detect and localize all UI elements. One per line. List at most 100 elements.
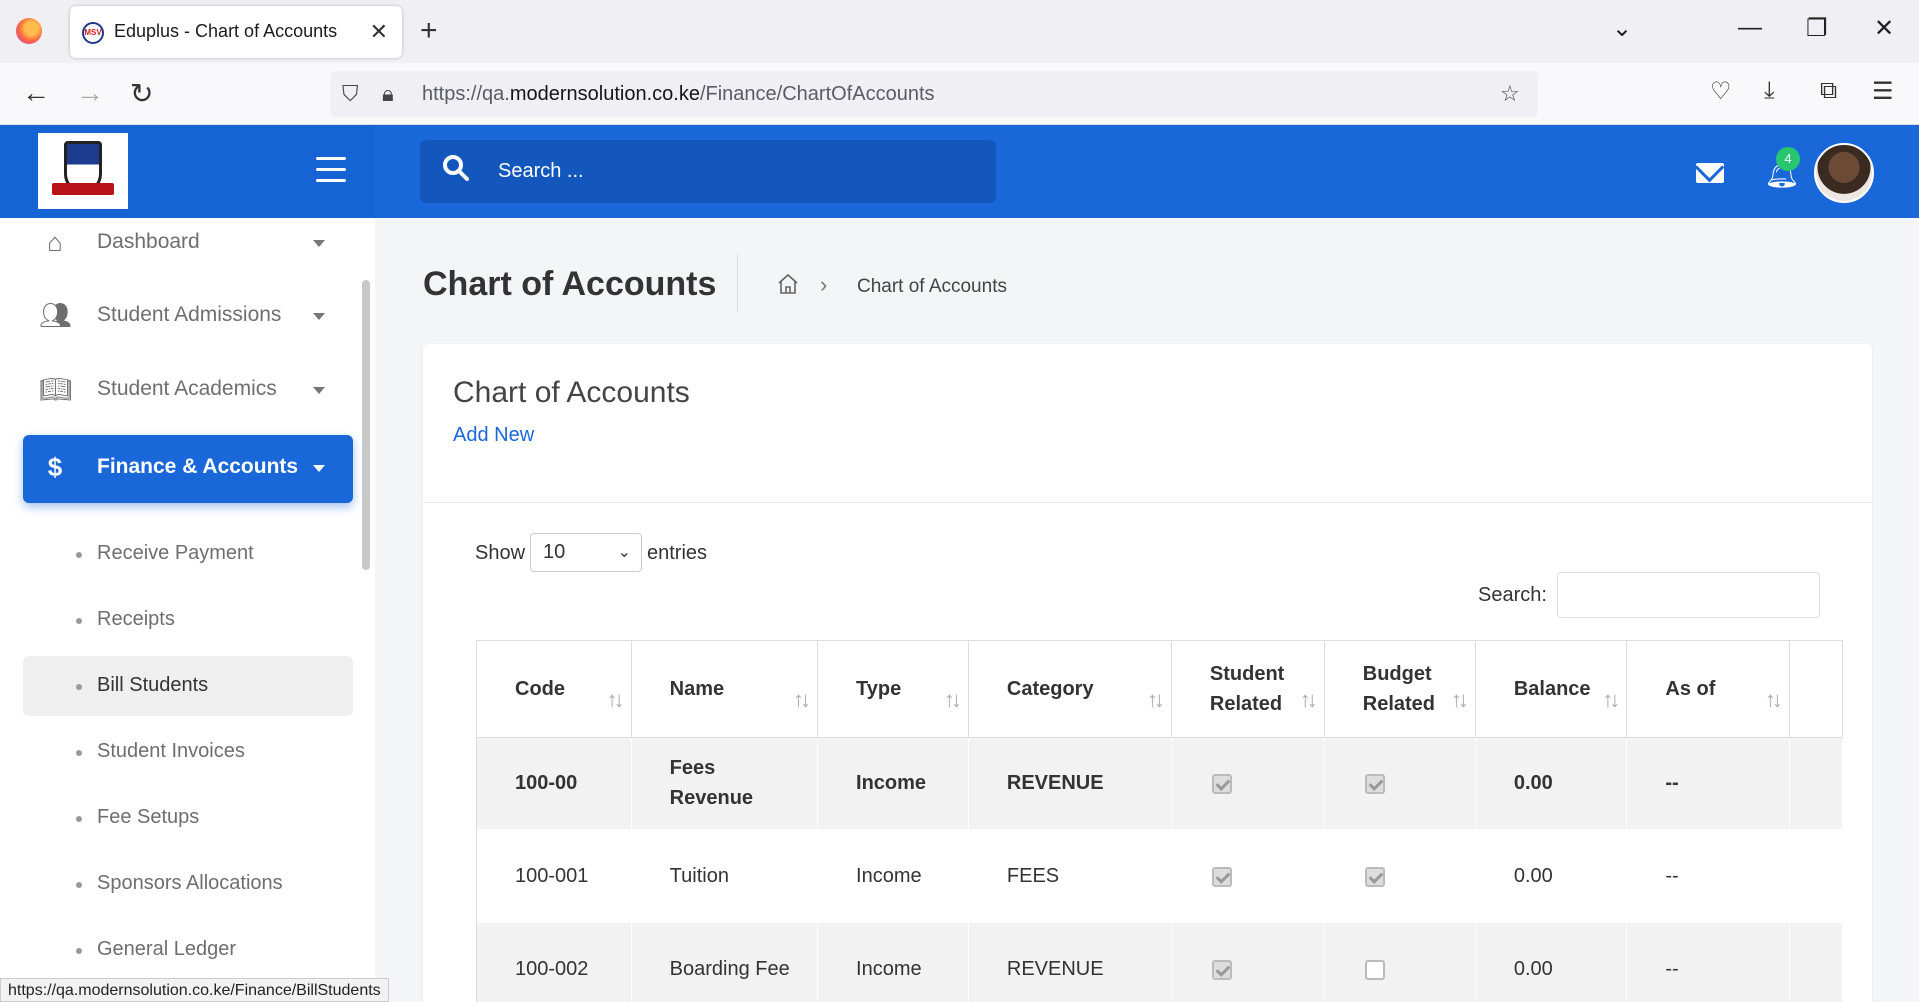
sidebar-subitem-fee-setups[interactable]: Fee Setups xyxy=(23,788,353,848)
bookmark-star-icon[interactable]: ☆ xyxy=(1500,81,1520,107)
url-text[interactable]: https://qa.modernsolution.co.ke/Finance/… xyxy=(422,83,935,106)
search-placeholder: Search ... xyxy=(498,160,584,182)
sidebar-item-label: Student Academics xyxy=(97,377,277,400)
lock-icon[interactable]: 🔒︎ xyxy=(382,81,394,107)
student-related-checkbox[interactable] xyxy=(1211,773,1232,794)
column-header-type[interactable]: Type ↑↓ xyxy=(817,641,969,738)
cell-name: Fees Revenue xyxy=(631,737,819,829)
firefox-icon[interactable] xyxy=(16,18,42,44)
budget-related-checkbox[interactable] xyxy=(1364,866,1385,887)
breadcrumb-home-icon[interactable] xyxy=(776,272,800,296)
cell-budget-related xyxy=(1324,923,1476,1002)
column-header-label: Category xyxy=(1006,677,1094,700)
bullet-icon xyxy=(76,684,82,690)
global-search[interactable]: Search ... xyxy=(420,140,996,203)
shield-icon[interactable]: ⛉ xyxy=(342,81,359,107)
sort-icon[interactable]: ↑↓ xyxy=(1765,685,1783,715)
cell-as-of: -- xyxy=(1626,923,1790,1002)
table-row[interactable]: 100-00 Fees Revenue Income REVENUE 0.00 … xyxy=(477,737,1843,829)
table-search-input[interactable] xyxy=(1557,572,1820,618)
status-bar-link: https://qa.modernsolution.co.ke/Finance/… xyxy=(0,978,389,1002)
table-search-label: Search: xyxy=(1478,584,1547,606)
app-header: Search ... 🔔︎ 4 xyxy=(0,125,1919,218)
sidebar-scrollbar[interactable] xyxy=(362,280,370,570)
sidebar-subitem-receipts[interactable]: Receipts xyxy=(23,590,353,650)
book-icon: 📖︎ xyxy=(39,374,73,404)
logo-area xyxy=(0,125,375,218)
ribbon-icon xyxy=(52,183,114,195)
page-title: Chart of Accounts xyxy=(423,265,717,303)
sidebar-item-student-admissions[interactable]: 👥︎ Student Admissions xyxy=(23,283,353,351)
sidebar-subitem-general-ledger[interactable]: General Ledger xyxy=(23,920,353,980)
window-close-icon[interactable]: ✕ xyxy=(1874,14,1894,43)
cell-student-related xyxy=(1171,923,1325,1002)
cell-balance: 0.00 xyxy=(1475,923,1628,1002)
sidebar-item-dashboard[interactable]: ⌂ Dashboard xyxy=(23,218,353,278)
sort-icon[interactable]: ↑↓ xyxy=(1147,685,1165,715)
sort-icon[interactable]: ↑↓ xyxy=(607,685,625,715)
forward-icon[interactable]: → xyxy=(76,77,104,109)
column-header-name[interactable]: Name ↑↓ xyxy=(631,641,819,738)
sidebar-subitem-receive-payment[interactable]: Receive Payment xyxy=(23,524,353,584)
breadcrumb-chevron-icon: › xyxy=(820,272,828,297)
accounts-table-wrapper: Code ↑↓ Name ↑↓ Type ↑↓ Category ↑↓ Student … xyxy=(476,640,1843,1002)
sidebar-item-finance-accounts[interactable]: $ Finance & Accounts xyxy=(23,435,353,503)
student-related-checkbox[interactable] xyxy=(1211,866,1232,887)
column-header-budget-related[interactable]: Budget Related ↑↓ xyxy=(1324,641,1476,738)
tab-list-chevron-icon[interactable]: ⌄ xyxy=(1612,14,1632,43)
mail-icon[interactable] xyxy=(1696,163,1724,183)
sort-icon[interactable]: ↑↓ xyxy=(1602,685,1620,715)
reload-icon[interactable]: ↻ xyxy=(130,77,153,110)
sidebar-item-student-academics[interactable]: 📖︎ Student Academics xyxy=(23,357,353,425)
sort-icon[interactable]: ↑↓ xyxy=(1300,685,1318,715)
close-tab-icon[interactable]: ✕ xyxy=(370,19,388,45)
sidebar-subitem-label: Sponsors Allocations xyxy=(97,872,283,894)
caret-down-icon xyxy=(313,387,325,394)
column-header-student-related[interactable]: Student Related ↑↓ xyxy=(1171,641,1325,738)
extensions-icon[interactable]: ⧉ xyxy=(1820,77,1837,105)
app-menu-icon[interactable]: ☰ xyxy=(1872,77,1894,106)
column-header-label: Code xyxy=(515,677,565,700)
menu-toggle-icon[interactable] xyxy=(316,157,346,183)
budget-related-checkbox[interactable] xyxy=(1364,773,1385,794)
sidebar-subitem-label: Receipts xyxy=(97,608,175,630)
sort-icon[interactable]: ↑↓ xyxy=(793,685,811,715)
new-tab-icon[interactable]: + xyxy=(420,14,438,48)
cell-student-related xyxy=(1171,737,1325,829)
cell-category: FEES xyxy=(968,829,1172,923)
users-icon: 👥︎ xyxy=(39,300,73,330)
column-header-label: Budget Related xyxy=(1362,662,1436,715)
cell-type: Income xyxy=(817,923,969,1002)
column-header-label: Student Related xyxy=(1209,662,1285,715)
downloads-icon[interactable]: ⤓ xyxy=(1764,77,1775,105)
sort-icon[interactable]: ↑↓ xyxy=(944,685,962,715)
university-logo[interactable] xyxy=(38,133,128,209)
column-header-as-of[interactable]: As of ↑↓ xyxy=(1626,641,1790,738)
column-header-balance[interactable]: Balance ↑↓ xyxy=(1475,641,1628,738)
sidebar-subitem-sponsors-allocations[interactable]: Sponsors Allocations xyxy=(23,854,353,914)
sidebar-subitem-bill-students[interactable]: Bill Students xyxy=(23,656,353,716)
dollar-icon: $ xyxy=(47,452,63,482)
cell-name: Boarding Fee xyxy=(631,923,819,1002)
budget-related-checkbox[interactable] xyxy=(1364,959,1385,980)
add-new-link[interactable]: Add New xyxy=(453,424,534,447)
browser-nav-bar: ← → ↻ ⛉ 🔒︎ https://qa.modernsolution.co.… xyxy=(0,63,1919,125)
sidebar-subitem-student-invoices[interactable]: Student Invoices xyxy=(23,722,353,782)
column-header-code[interactable]: Code ↑↓ xyxy=(477,641,632,738)
table-row[interactable]: 100-001 Tuition Income FEES 0.00 -- xyxy=(477,829,1843,923)
url-bar[interactable]: ⛉ 🔒︎ https://qa.modernsolution.co.ke/Fin… xyxy=(330,71,1538,117)
back-icon[interactable]: ← xyxy=(22,77,50,109)
cell-budget-related xyxy=(1324,829,1476,923)
user-avatar[interactable] xyxy=(1814,143,1874,203)
restore-icon[interactable]: ❐ xyxy=(1806,14,1828,43)
browser-tab[interactable]: MSV Eduplus - Chart of Accounts ✕ xyxy=(70,6,402,58)
sort-icon[interactable]: ↑↓ xyxy=(1451,685,1469,715)
sidebar-item-label: Student Admissions xyxy=(97,303,282,326)
table-row[interactable]: 100-002 Boarding Fee Income REVENUE 0.00… xyxy=(477,923,1843,1002)
entries-select[interactable]: 10 ⌄ xyxy=(530,533,642,572)
pocket-icon[interactable]: ♡ xyxy=(1710,77,1732,106)
column-header-category[interactable]: Category ↑↓ xyxy=(968,641,1172,738)
student-related-checkbox[interactable] xyxy=(1211,959,1232,980)
minimize-icon[interactable]: — xyxy=(1738,14,1762,42)
bullet-icon xyxy=(76,750,82,756)
